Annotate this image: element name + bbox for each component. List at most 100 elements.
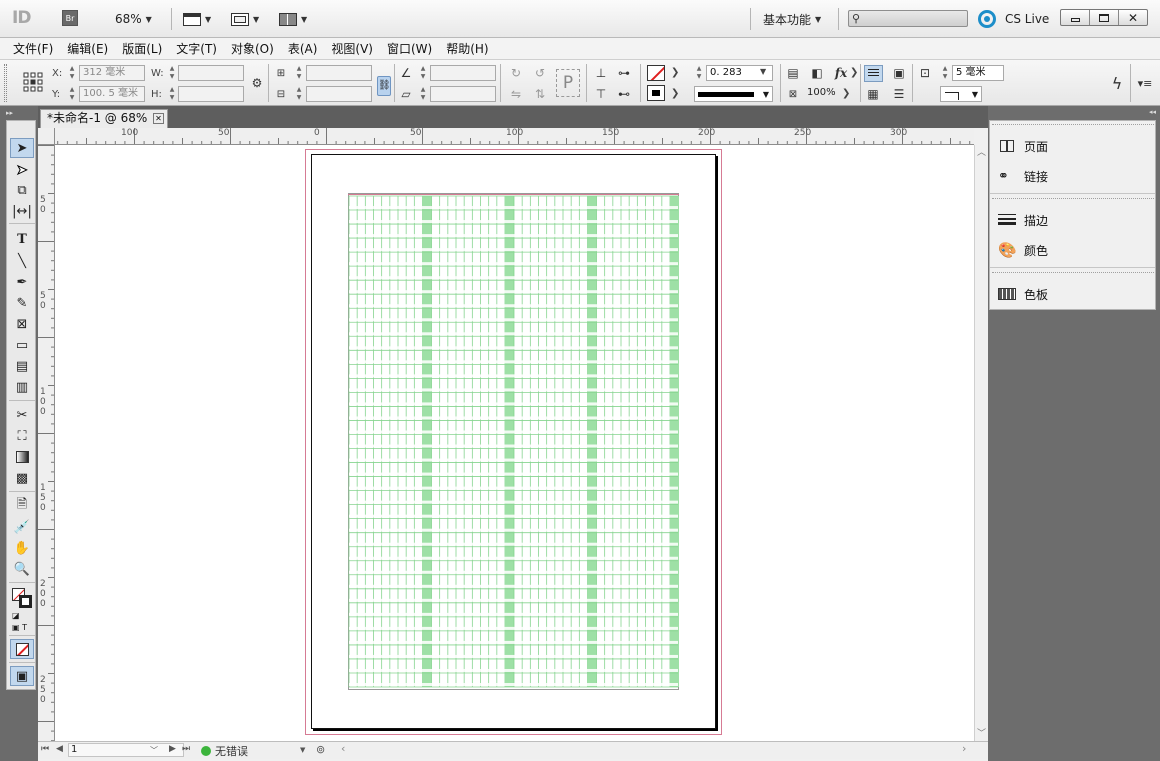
apply-none-button[interactable] xyxy=(10,639,34,659)
maximize-button[interactable] xyxy=(1090,10,1119,25)
drop-shadow-icon[interactable]: ▤ xyxy=(784,64,802,82)
effects-icon[interactable]: fx xyxy=(832,64,850,82)
preflight-menu-chevron-icon[interactable]: ▼ xyxy=(300,746,305,754)
pen-tool[interactable]: ✒ xyxy=(10,272,34,292)
select-previous-icon[interactable]: ⊶ xyxy=(615,64,633,82)
direct-selection-tool[interactable]: ➤ xyxy=(10,160,34,180)
scroll-right-icon[interactable]: › xyxy=(962,742,966,755)
corner-shape-dropdown[interactable]: ▼ xyxy=(940,86,982,102)
arrange-documents-dropdown[interactable]: ▼ xyxy=(279,9,307,29)
links-panel-button[interactable]: ⚭ 链接 xyxy=(998,165,1048,187)
gap-tool[interactable]: |↔| xyxy=(10,201,34,221)
free-transform-tool[interactable]: ⛶ xyxy=(10,426,34,446)
x-position-field[interactable]: 312 毫米 xyxy=(79,65,145,81)
zoom-tool[interactable]: 🔍 xyxy=(10,559,34,579)
text-wrap-none-button[interactable] xyxy=(864,65,883,82)
collapse-dock-icon[interactable]: ◂◂ xyxy=(1149,108,1156,116)
document-tab[interactable]: *未命名-1 @ 68% ✕ xyxy=(40,109,168,128)
quick-apply-icon[interactable]: ϟ xyxy=(1108,74,1126,93)
scale-x-field[interactable] xyxy=(306,65,372,81)
page-menu-chevron-icon[interactable]: ﹀ xyxy=(150,745,158,756)
menu-table[interactable]: 表(A) xyxy=(281,40,325,57)
jump-object-icon[interactable]: ☰ xyxy=(890,85,908,103)
flip-horizontal-icon[interactable]: ⇋ xyxy=(507,85,525,103)
ruler-origin[interactable] xyxy=(38,128,55,145)
hand-tool[interactable]: ✋ xyxy=(10,538,34,558)
scale-x-stepper[interactable]: ▲ ▼ xyxy=(295,65,303,81)
rotate-90-ccw-icon[interactable]: ↺ xyxy=(531,64,549,82)
scroll-left-icon[interactable]: ‹ xyxy=(341,742,345,755)
panel-menu-icon[interactable]: ▾≡ xyxy=(1136,74,1154,92)
stroke-panel-button[interactable]: 描边 xyxy=(998,209,1048,231)
default-fill-stroke-icon[interactable]: ◪ xyxy=(12,611,20,620)
menu-window[interactable]: 窗口(W) xyxy=(380,40,439,57)
zoom-level-dropdown[interactable]: 68% ▼ xyxy=(115,9,152,29)
close-button[interactable]: ✕ xyxy=(1119,10,1147,25)
page-tool[interactable]: ⧉ xyxy=(10,180,34,200)
stroke-weight-stepper[interactable]: ▲ ▼ xyxy=(695,65,703,81)
horizontal-grid-tool[interactable]: ▤ xyxy=(10,356,34,376)
menu-layout[interactable]: 版面(L) xyxy=(115,40,169,57)
minimize-button[interactable] xyxy=(1061,10,1090,25)
stroke-type-dropdown[interactable]: ▼ xyxy=(694,86,773,102)
view-options-dropdown[interactable]: ▼ xyxy=(183,9,211,29)
menu-file[interactable]: 文件(F) xyxy=(6,40,60,57)
fill-stroke-proxy[interactable] xyxy=(12,588,34,610)
chain-link-icon[interactable]: ⛓ xyxy=(377,76,391,96)
chevron-right-icon[interactable]: ❯ xyxy=(671,67,679,78)
open-in-bridge-icon[interactable]: ⊚ xyxy=(316,743,325,756)
bridge-button[interactable]: Br xyxy=(62,10,78,26)
reference-point-icon[interactable] xyxy=(23,72,43,92)
rotation-field[interactable] xyxy=(430,65,496,81)
width-field[interactable] xyxy=(178,65,244,81)
x-stepper[interactable]: ▲ ▼ xyxy=(68,65,76,81)
scale-y-stepper[interactable]: ▲ ▼ xyxy=(295,86,303,102)
color-panel-button[interactable]: 🎨 颜色 xyxy=(998,239,1048,261)
expand-toolbox-icon[interactable]: ▸▸ xyxy=(6,109,13,117)
chevron-right-icon[interactable]: ❯ xyxy=(850,67,858,78)
preflight-status[interactable]: 无错误 xyxy=(215,743,248,759)
pencil-tool[interactable]: ✎ xyxy=(10,293,34,313)
h-stepper[interactable]: ▲ ▼ xyxy=(168,86,176,102)
shear-field[interactable] xyxy=(430,86,496,102)
search-input[interactable]: ⚲ xyxy=(848,10,968,27)
line-tool[interactable]: ╲ xyxy=(10,251,34,271)
stroke-swatch[interactable] xyxy=(647,85,665,101)
horizontal-ruler[interactable]: 100 50 0 50 100 150 200 250 300 xyxy=(38,128,974,145)
menu-object[interactable]: 对象(O) xyxy=(224,40,281,57)
constrain-proportions-icon[interactable]: ⚙ xyxy=(248,74,266,92)
scroll-down-icon[interactable]: ﹀ xyxy=(977,726,986,739)
flip-vertical-icon[interactable]: ⇅ xyxy=(531,85,549,103)
pasteboard[interactable] xyxy=(55,145,974,741)
wrap-bounding-box-icon[interactable]: ▣ xyxy=(890,64,908,82)
select-next-icon[interactable]: ⊷ xyxy=(615,85,633,103)
w-stepper[interactable]: ▲ ▼ xyxy=(168,65,176,81)
chevron-right-icon[interactable]: ❯ xyxy=(842,88,850,99)
fill-none-swatch[interactable] xyxy=(647,65,665,81)
scale-y-field[interactable] xyxy=(306,86,372,102)
select-content-icon[interactable]: ⊤ xyxy=(592,85,610,103)
vertical-scrollbar[interactable]: ︿ ﹀ xyxy=(974,145,988,741)
gradient-swatch-tool[interactable] xyxy=(10,447,34,467)
vertical-grid-tool[interactable]: ▥ xyxy=(10,377,34,397)
eyedropper-tool[interactable]: 💉 xyxy=(10,517,34,537)
type-tool[interactable]: T xyxy=(10,229,34,249)
gap-stepper[interactable]: ▲ ▼ xyxy=(941,65,949,81)
screen-mode-button[interactable]: ▣ xyxy=(10,666,34,686)
object-shadow-icon[interactable]: ◧ xyxy=(808,64,826,82)
note-tool[interactable]: 🗎 xyxy=(10,496,34,516)
first-page-icon[interactable]: ⏮ xyxy=(41,744,49,754)
page-number-field[interactable]: 1 xyxy=(68,743,184,757)
swatches-panel-button[interactable]: 色板 xyxy=(998,283,1048,305)
previous-page-icon[interactable]: ◀ xyxy=(56,744,63,754)
screen-mode-dropdown[interactable]: ▼ xyxy=(231,9,259,29)
last-page-icon[interactable]: ⏭ xyxy=(182,744,190,754)
shear-stepper[interactable]: ▲ ▼ xyxy=(419,86,427,102)
opacity-value[interactable]: 100% xyxy=(807,87,836,98)
vertical-ruler[interactable]: 5 0 5 0 1 0 0 1 5 0 2 0 0 2 5 0 xyxy=(38,145,55,741)
rotation-stepper[interactable]: ▲ ▼ xyxy=(419,65,427,81)
select-container-icon[interactable]: ⊥ xyxy=(592,64,610,82)
pages-panel-button[interactable]: 页面 xyxy=(998,135,1048,157)
workspace-switcher[interactable]: 基本功能 ▼ xyxy=(763,9,821,29)
scissors-tool[interactable]: ✂ xyxy=(10,405,34,425)
